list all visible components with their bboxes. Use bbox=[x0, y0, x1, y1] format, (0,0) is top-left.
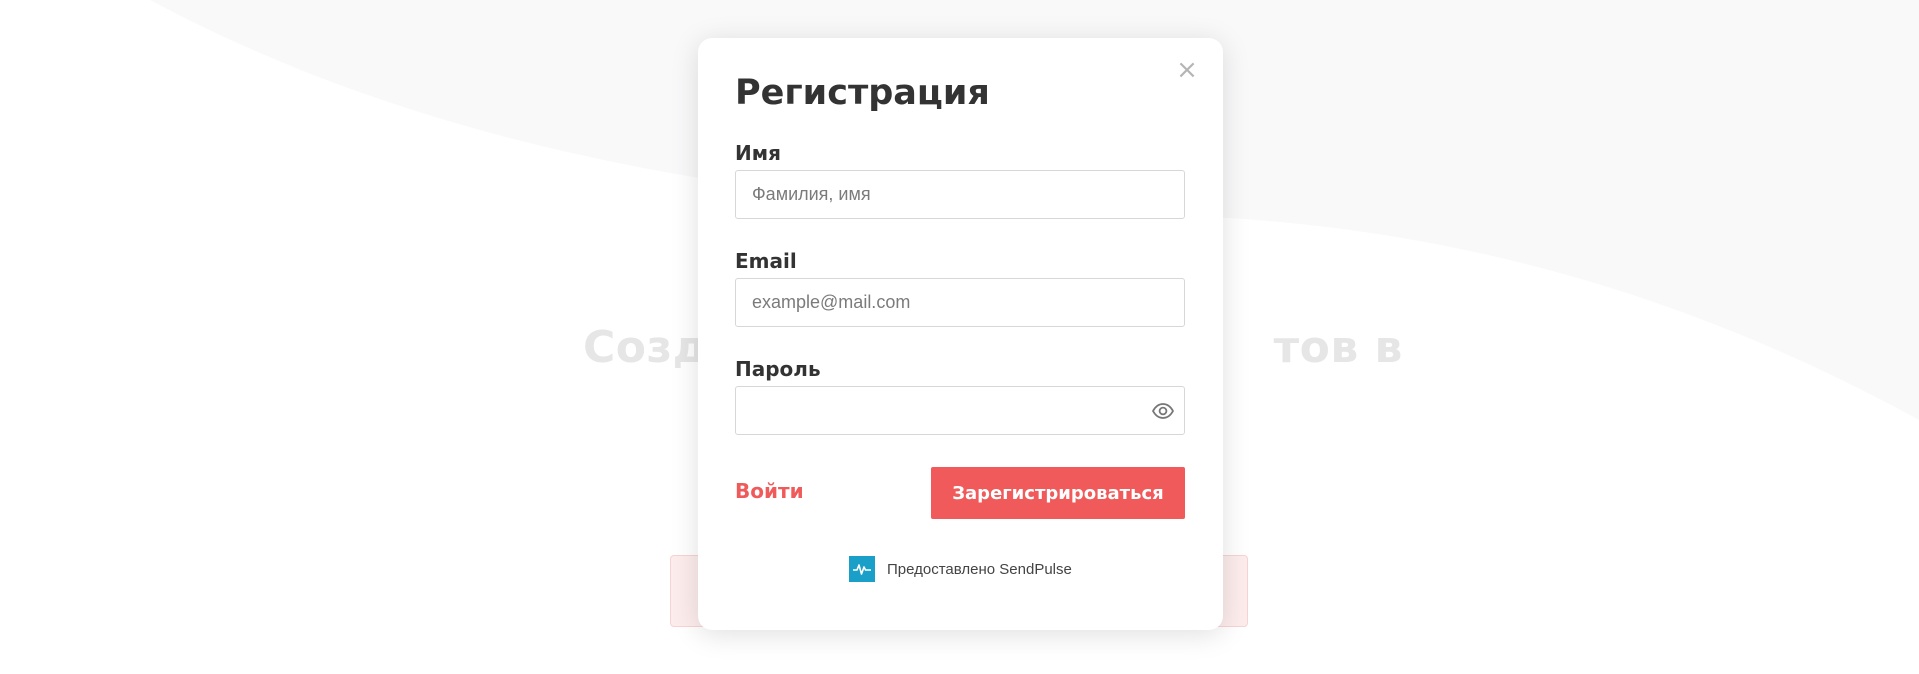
sendpulse-logo-icon bbox=[849, 556, 875, 582]
background-heading-right: тов в bbox=[1273, 322, 1403, 373]
password-label: Пароль bbox=[735, 357, 821, 381]
name-input[interactable] bbox=[735, 170, 1185, 219]
eye-icon bbox=[1152, 403, 1174, 419]
modal-title: Регистрация bbox=[735, 73, 990, 113]
show-password-toggle[interactable] bbox=[1150, 401, 1176, 421]
email-label: Email bbox=[735, 249, 797, 273]
close-button[interactable]: × bbox=[1173, 56, 1201, 84]
registration-modal: × Регистрация Имя Email Пароль Войти Зар… bbox=[698, 38, 1223, 630]
background-heading-left: Созд bbox=[583, 322, 709, 373]
register-button[interactable]: Зарегистрироваться bbox=[931, 467, 1185, 519]
email-input[interactable] bbox=[735, 278, 1185, 327]
close-icon: × bbox=[1176, 55, 1198, 85]
password-input[interactable] bbox=[735, 386, 1185, 435]
name-label: Имя bbox=[735, 141, 781, 165]
login-link[interactable]: Войти bbox=[735, 479, 804, 503]
powered-by-text: Предоставлено SendPulse bbox=[887, 560, 1072, 578]
powered-by-link[interactable]: Предоставлено SendPulse bbox=[849, 556, 1072, 582]
